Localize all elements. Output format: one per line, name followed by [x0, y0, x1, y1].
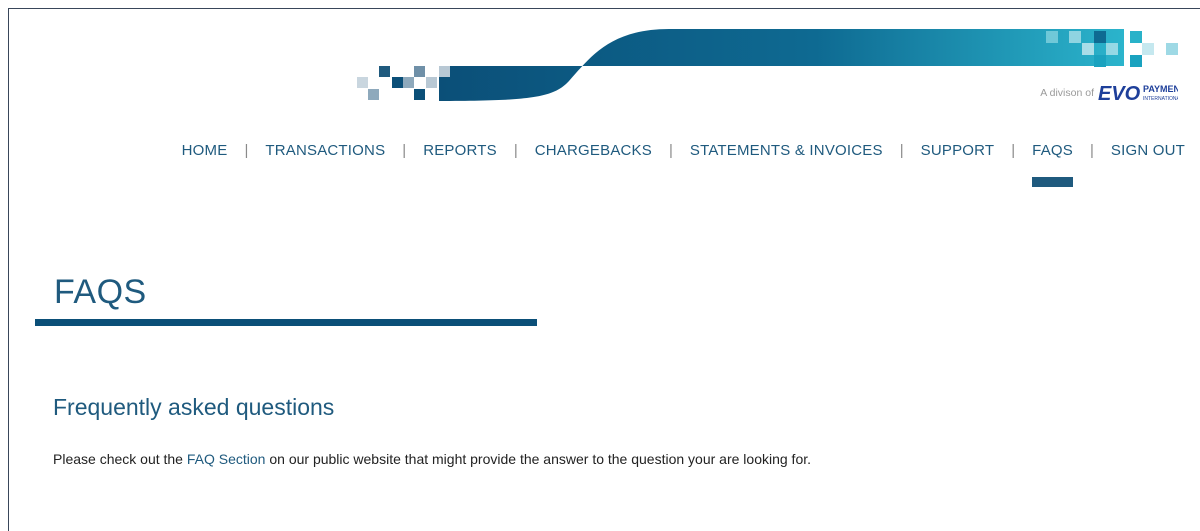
nav-separator: | [402, 142, 407, 159]
svg-text:PAYMENTS: PAYMENTS [1143, 84, 1178, 94]
nav-reports[interactable]: REPORTS [423, 142, 497, 159]
svg-text:EVO: EVO [1098, 83, 1141, 104]
nav-home[interactable]: HOME [182, 142, 228, 159]
page-title: FAQS [54, 273, 147, 311]
evo-payments-logo: EVO PAYMENTS INTERNATIONAL [1098, 83, 1178, 104]
nav-separator: | [513, 142, 518, 159]
nav-transactions[interactable]: TRANSACTIONS [265, 142, 385, 159]
description-text-after: on our public website that might provide… [265, 451, 812, 467]
header-banner [357, 29, 1178, 101]
nav-separator: | [1089, 142, 1094, 159]
description-text-before: Please check out the [53, 451, 187, 467]
nav-sign-out[interactable]: SIGN OUT [1111, 142, 1185, 159]
faq-description: Please check out the FAQ Section on our … [53, 451, 811, 467]
nav-faqs-label: FAQS [1032, 142, 1073, 159]
title-underline [35, 319, 537, 326]
faq-section-link[interactable]: FAQ Section [187, 451, 266, 467]
pixel-squares-left [357, 66, 450, 100]
nav-separator: | [668, 142, 673, 159]
nav-separator: | [899, 142, 904, 159]
main-nav: HOME | TRANSACTIONS | REPORTS | CHARGEBA… [182, 142, 1185, 187]
nav-faqs[interactable]: FAQS [1032, 142, 1073, 187]
nav-separator: | [1011, 142, 1016, 159]
nav-separator: | [244, 142, 249, 159]
division-credit: A divison of EVO PAYMENTS INTERNATIONAL [1040, 82, 1178, 104]
nav-support[interactable]: SUPPORT [921, 142, 995, 159]
division-text: A divison of [1040, 87, 1094, 99]
section-heading: Frequently asked questions [53, 394, 335, 420]
page-frame: A divison of EVO PAYMENTS INTERNATIONAL … [8, 8, 1200, 531]
svg-text:INTERNATIONAL: INTERNATIONAL [1143, 96, 1178, 102]
active-nav-indicator [1032, 177, 1073, 187]
nav-chargebacks[interactable]: CHARGEBACKS [535, 142, 652, 159]
nav-statements-invoices[interactable]: STATEMENTS & INVOICES [690, 142, 883, 159]
